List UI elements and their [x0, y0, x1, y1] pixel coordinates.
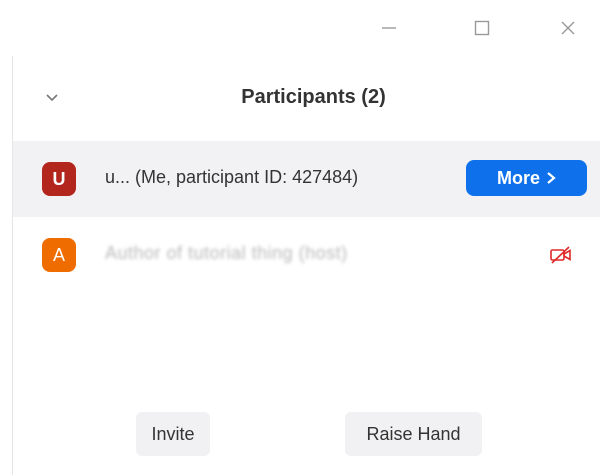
close-button[interactable] — [545, 12, 591, 44]
more-button-label: More — [496, 167, 540, 188]
invite-button[interactable]: Invite — [136, 412, 210, 456]
minimize-button[interactable] — [366, 12, 412, 44]
minimize-icon — [382, 27, 396, 29]
close-icon — [561, 21, 575, 35]
participants-header: Participants (2) — [13, 72, 600, 124]
panel-title: Participants (2) — [241, 86, 386, 108]
video-off-icon — [550, 246, 571, 264]
avatar: U — [42, 162, 76, 196]
maximize-icon — [474, 20, 490, 36]
participant-row[interactable]: U u... (Me, participant ID: 427484) More — [13, 141, 600, 217]
participants-window: Participants (2) U u... (Me, participant… — [0, 0, 600, 475]
avatar: A — [42, 238, 76, 272]
chevron-right-icon — [546, 171, 556, 185]
maximize-button[interactable] — [459, 12, 505, 44]
participant-name: u... (Me, participant ID: 427484) — [105, 167, 359, 187]
more-button[interactable]: More — [466, 160, 587, 196]
raise-hand-button[interactable]: Raise Hand — [345, 412, 482, 456]
participant-row[interactable]: A Author of tutorial thing (host) — [13, 217, 600, 293]
participant-name: Author of tutorial thing (host) — [105, 243, 348, 263]
